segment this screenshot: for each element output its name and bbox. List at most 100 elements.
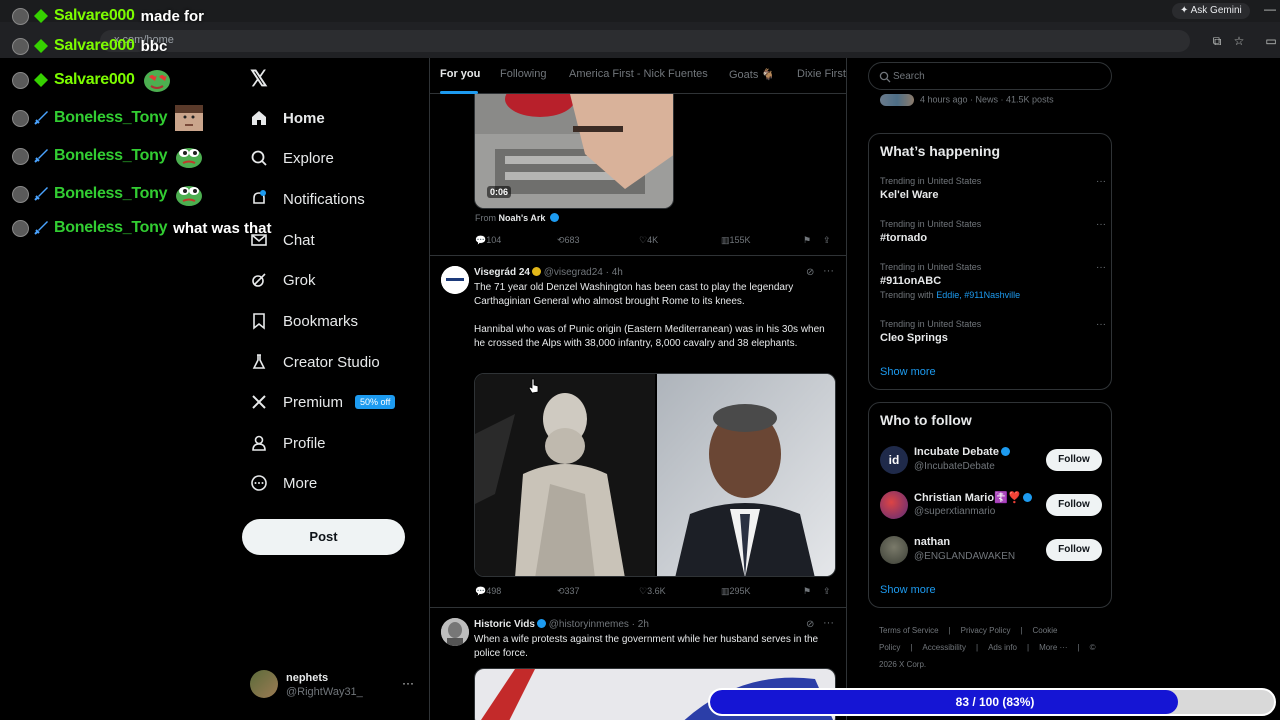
trend-item[interactable]: Trending in United States #tornado ··· [880,219,1106,244]
sidebar-item-explore[interactable]: Explore [250,143,334,173]
grok-icon[interactable]: ⊘ [806,619,814,630]
follow-suggestion[interactable]: nathan @ENGLANDAWAKEN Follow [880,534,1102,568]
post-video[interactable]: 0:06 [474,94,674,209]
address-bar[interactable]: x.com/home [100,30,1190,52]
follow-button[interactable]: Follow [1046,449,1102,471]
follow-suggestion[interactable]: Christian Mario☦️❣️ @superxtianmario Fol… [880,489,1102,523]
footer-link[interactable]: Privacy Policy [961,626,1011,635]
post-author-handle[interactable]: @visegrad24 · 4h [544,267,623,278]
reply-button[interactable]: 💬 104 [475,235,501,246]
repost-button[interactable]: ⟲ 337 [557,586,580,597]
trend-title: Cleo Springs [880,332,948,344]
account-switcher[interactable]: nephets @RightWay31_ ··· [250,670,420,700]
account-name: nephets [286,672,329,684]
trend-item[interactable]: Trending in United States Kel'el Ware ··… [880,176,1106,201]
post-author-name[interactable]: Historic Vids [474,619,535,630]
avatar[interactable] [441,266,469,294]
footer-link[interactable]: Terms of Service [879,626,939,635]
bookmark-icon[interactable]: ⚑ [803,235,811,246]
repost-button[interactable]: ⟲ 683 [557,235,580,246]
tab-for-you[interactable]: For you [440,68,480,80]
sidebar-item-label: More [283,474,318,492]
share-icon[interactable]: ⇪ [823,586,831,597]
pepe-emote [175,143,203,169]
sidebar-item-notifications[interactable]: Notifications [250,184,365,214]
sidebar-item-label: Premium [283,393,344,411]
verified-badge-icon [549,213,559,222]
avatar[interactable] [441,618,469,646]
share-icon[interactable]: ⇪ [823,235,831,246]
video-duration: 0:06 [487,186,512,198]
sidebar-item-profile[interactable]: Profile [250,428,326,458]
sidebar-item-bookmarks[interactable]: Bookmarks [250,306,358,336]
more-options-icon[interactable]: ··· [823,617,834,629]
chat-username[interactable]: Salvare000 [54,37,135,55]
chat-text: made for [140,7,204,25]
sidebar-item-grok[interactable]: Grok [250,265,316,295]
post-divider [430,255,846,256]
tab-goats[interactable]: Goats 🐐 [729,68,775,81]
trend-item[interactable]: Trending in United States #911onABC Tren… [880,262,1106,300]
video-source[interactable]: From Noah's Ark [475,213,559,223]
search-input[interactable]: Search [868,62,1112,90]
trend-related-links[interactable]: Eddie, #911Nashville [936,290,1020,300]
chat-username[interactable]: Boneless_Tony [54,185,167,203]
reply-button[interactable]: 💬 498 [475,586,501,597]
follow-button[interactable]: Follow [1046,539,1102,561]
like-button[interactable]: ♡ 4K [639,235,658,246]
window-minimize-icon[interactable]: — [1264,2,1276,16]
chat-username[interactable]: Boneless_Tony [54,219,167,237]
grok-icon[interactable]: ⊘ [806,267,814,278]
follow-button[interactable]: Follow [1046,494,1102,516]
suggestion-name: nathan [914,536,951,548]
more-options-icon[interactable]: ··· [1096,219,1106,230]
footer-link[interactable]: More ··· [1039,643,1067,652]
hand-cursor-icon [528,378,539,394]
views-button[interactable]: ▥ 155K [721,235,751,246]
more-dots-icon[interactable]: ··· [402,676,414,690]
more-options-icon[interactable]: ··· [1096,319,1106,330]
news-item[interactable]: 4 hours ago · News · 41.5K posts [880,94,1054,106]
chat-username[interactable]: Boneless_Tony [54,147,167,165]
chat-username[interactable]: Boneless_Tony [54,109,167,127]
sword-badge-icon [33,148,49,164]
sidebar-item-home[interactable]: Home [250,103,325,133]
ask-gemini-button[interactable]: ✦ Ask Gemini [1172,3,1250,19]
tab-america-first[interactable]: America First - Nick Fuentes [569,68,708,80]
chat-username[interactable]: Salvare000 [54,7,135,25]
chat-avatar-badge [12,71,29,89]
post-image-grid[interactable] [474,373,836,577]
show-more-link[interactable]: Show more [880,584,936,596]
install-app-icon[interactable]: ⧉ [1210,34,1224,48]
trend-item[interactable]: Trending in United States Cleo Springs ·… [880,319,1106,344]
show-more-link[interactable]: Show more [880,366,936,378]
sidebar-item-premium[interactable]: Premium 50% off [250,387,396,417]
sidebar-item-more[interactable]: More [250,468,317,498]
bookmark-star-icon[interactable]: ☆ [1232,34,1246,48]
follow-suggestion[interactable]: id Incubate Debate @IncubateDebate Follo… [880,444,1102,478]
tab-following[interactable]: Following [500,68,546,80]
chat-text: bbc [140,37,168,55]
timeline[interactable]: For you Following America First - Nick F… [429,58,847,720]
footer-link[interactable]: Ads info [988,643,1017,652]
more-options-icon[interactable]: ··· [823,265,834,277]
footer-link[interactable]: Accessibility [922,643,966,652]
account-handle: @RightWay31_ [286,686,363,698]
avatar [250,670,278,698]
x-logo-icon[interactable]: 𝕏 [250,66,268,92]
post-header: Historic Vids @historyinmemes · 2h [474,619,649,630]
like-button[interactable]: ♡ 3.6K [639,586,666,597]
tab-dixie-first[interactable]: Dixie First [797,68,846,80]
person-icon [250,434,268,452]
more-options-icon[interactable]: ··· [1096,262,1106,273]
chat-message: Boneless_Tony [12,105,204,131]
post-author-handle[interactable]: @historyinmemes · 2h [549,619,649,630]
views-button[interactable]: ▥ 295K [721,586,751,597]
post-button[interactable]: Post [242,519,405,555]
post-author-name[interactable]: Visegrád 24 [474,267,530,278]
sidebar-item-creator-studio[interactable]: Creator Studio [250,347,380,377]
side-panel-icon[interactable]: ▭ [1264,34,1278,48]
chat-username[interactable]: Salvare000 [54,71,135,89]
more-options-icon[interactable]: ··· [1096,176,1106,187]
bookmark-icon[interactable]: ⚑ [803,586,811,597]
